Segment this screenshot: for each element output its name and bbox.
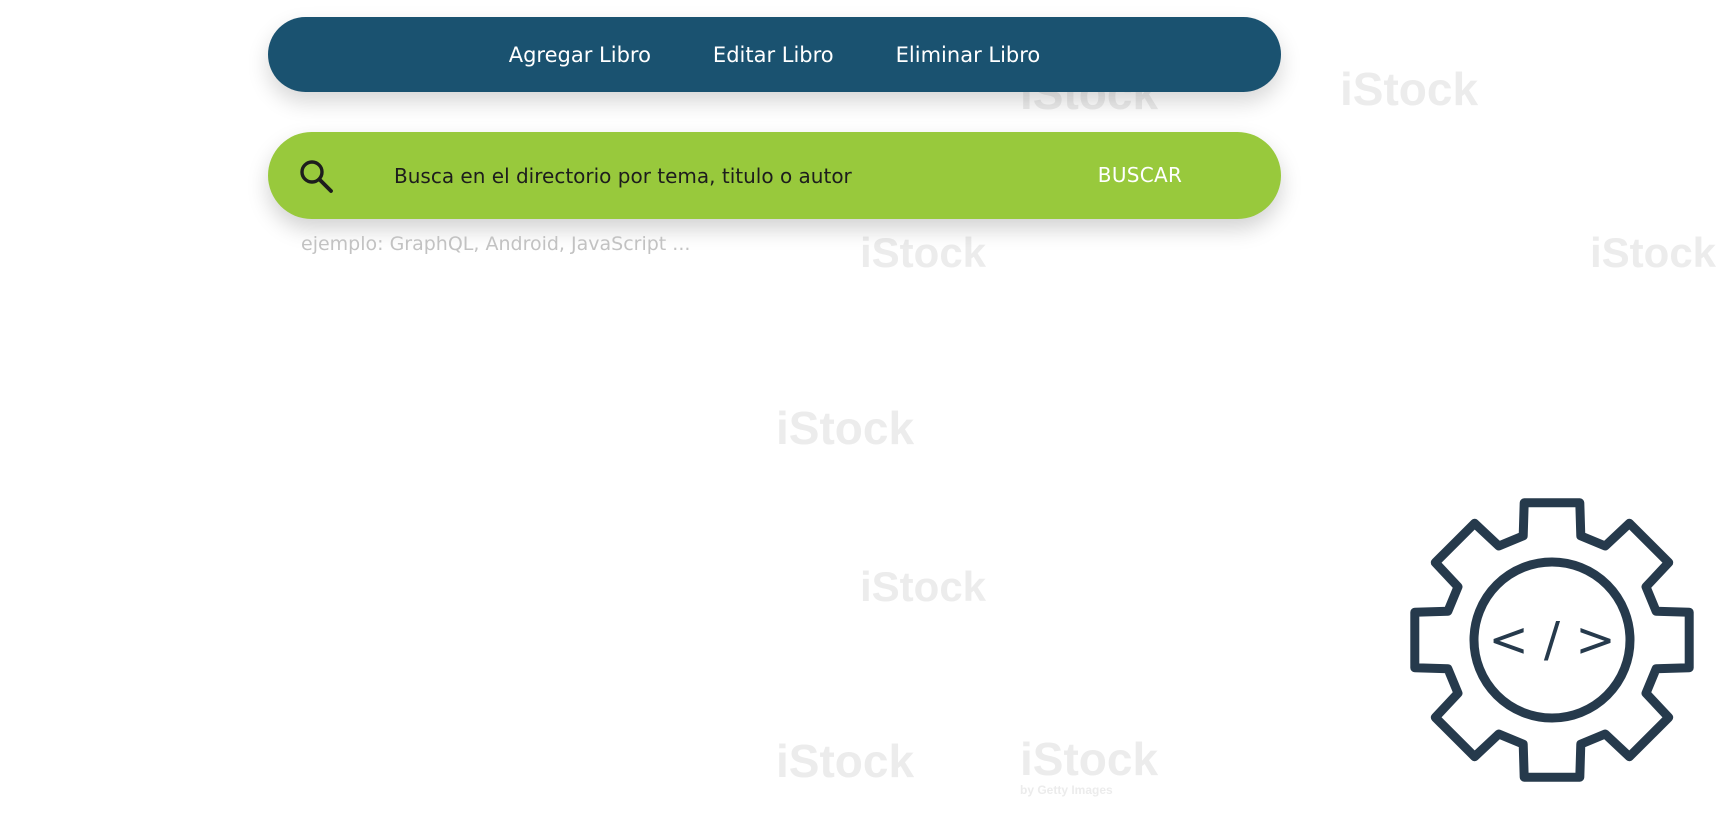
watermark-tagline: by Getty Images <box>1020 783 1113 797</box>
nav-add-book-link[interactable]: Agregar Libro <box>509 43 651 67</box>
nav-edit-book-link[interactable]: Editar Libro <box>713 43 834 67</box>
search-input[interactable] <box>392 154 956 198</box>
watermark-brand: iStock <box>776 402 915 454</box>
code-glyph: < / > <box>1488 612 1615 668</box>
search-hint: ejemplo: GraphQL, Android, JavaScript ..… <box>301 233 691 255</box>
watermark-brand: iStock <box>860 229 987 276</box>
watermark: iStock <box>860 566 986 608</box>
watermark-brand: iStock <box>776 735 915 787</box>
watermark: iStock <box>1340 66 1478 112</box>
search-icon[interactable] <box>298 158 334 194</box>
watermark: iStock <box>776 738 914 784</box>
watermark-brand: iStock <box>860 563 987 610</box>
gear-code-icon: < / > <box>1410 498 1694 782</box>
watermark: iStock <box>776 405 914 451</box>
search-button[interactable]: BUSCAR <box>1070 154 1210 196</box>
watermark: iStock by Getty Images <box>1020 736 1158 796</box>
watermark-brand: iStock <box>1020 733 1159 785</box>
watermark-brand: iStock <box>1590 229 1717 276</box>
main-navbar: Agregar Libro Editar Libro Eliminar Libr… <box>268 17 1281 92</box>
search-bar: BUSCAR <box>268 132 1281 219</box>
watermark: iStock <box>1590 232 1716 274</box>
watermark-brand: iStock <box>1340 63 1479 115</box>
page: iStock iStock iStock by Getty Images iSt… <box>0 0 1727 829</box>
watermark: iStock <box>860 232 986 274</box>
nav-delete-book-link[interactable]: Eliminar Libro <box>896 43 1041 67</box>
